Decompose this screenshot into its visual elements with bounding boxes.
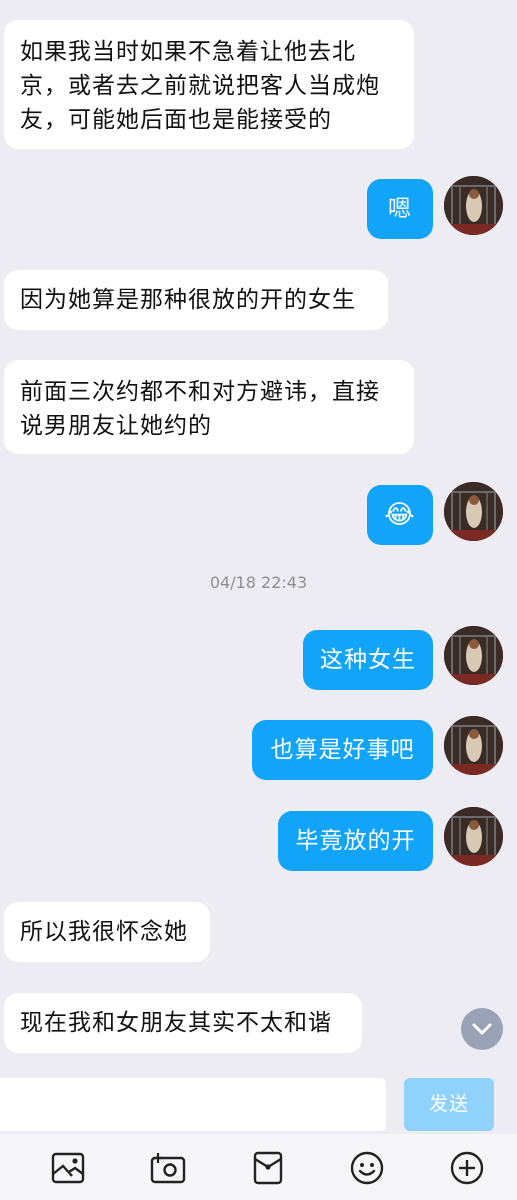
image-icon <box>51 1152 85 1184</box>
camera-button[interactable] <box>150 1150 186 1186</box>
avatar[interactable] <box>444 807 503 866</box>
message-bubble-incoming[interactable]: 如果我当时如果不急着让他去北京，或者去之前就说把客人当成炮友，可能她后面也是能接… <box>4 20 414 149</box>
message-text: 这种女生 <box>320 647 416 673</box>
avatar[interactable] <box>444 716 503 775</box>
plus-button[interactable] <box>449 1150 485 1186</box>
message-bubble-outgoing[interactable]: 嗯 <box>367 179 433 239</box>
chat-area[interactable]: 如果我当时如果不急着让他去北京，或者去之前就说把客人当成炮友，可能她后面也是能接… <box>0 0 517 1070</box>
message-bubble-incoming[interactable]: 因为她算是那种很放的开的女生 <box>4 270 388 330</box>
input-toolbar <box>0 1134 517 1200</box>
chevron-down-icon <box>472 1023 492 1035</box>
message-text: 毕竟放的开 <box>295 828 416 854</box>
message-timestamp: 04/18 22:43 <box>209 573 308 592</box>
avatar[interactable] <box>444 176 503 235</box>
emoji-icon <box>350 1151 384 1185</box>
message-bubble-incoming[interactable]: 前面三次约都不和对方避讳，直接说男朋友让她约的 <box>4 360 414 454</box>
message-bubble-outgoing[interactable]: 也算是好事吧 <box>252 720 433 780</box>
send-button[interactable]: 发送 <box>404 1078 494 1131</box>
message-text: 嗯 <box>388 196 412 222</box>
avatar[interactable] <box>444 626 503 685</box>
avatar[interactable] <box>444 482 503 541</box>
message-bubble-outgoing[interactable]: 😂 <box>367 485 433 545</box>
message-bubble-outgoing[interactable]: 这种女生 <box>303 630 433 690</box>
emoji-laughing-icon: 😂 <box>384 500 416 530</box>
red-packet-button[interactable] <box>250 1150 286 1186</box>
avatar-image <box>444 482 503 541</box>
red-packet-icon <box>253 1151 283 1185</box>
message-text: 现在我和女朋友其实不太和谐 <box>20 1010 332 1036</box>
message-text: 前面三次约都不和对方避讳，直接说男朋友让她约的 <box>20 379 380 439</box>
message-text: 也算是好事吧 <box>270 737 415 763</box>
message-text: 所以我很怀念她 <box>20 919 188 945</box>
message-input[interactable] <box>0 1078 386 1131</box>
plus-icon <box>450 1151 484 1185</box>
image-button[interactable] <box>50 1150 86 1186</box>
scroll-to-bottom-button[interactable] <box>461 1008 503 1050</box>
avatar-image <box>444 807 503 866</box>
avatar-image <box>444 176 503 235</box>
camera-icon <box>150 1153 186 1184</box>
message-text: 如果我当时如果不急着让他去北京，或者去之前就说把客人当成炮友，可能她后面也是能接… <box>20 39 380 133</box>
avatar-image <box>444 716 503 775</box>
emoji-button[interactable] <box>349 1150 385 1186</box>
message-bubble-incoming[interactable]: 所以我很怀念她 <box>4 902 210 962</box>
message-text: 因为她算是那种很放的开的女生 <box>20 287 356 313</box>
message-bubble-outgoing[interactable]: 毕竟放的开 <box>278 811 433 871</box>
avatar-image <box>444 626 503 685</box>
message-bubble-incoming[interactable]: 现在我和女朋友其实不太和谐 <box>4 993 362 1053</box>
